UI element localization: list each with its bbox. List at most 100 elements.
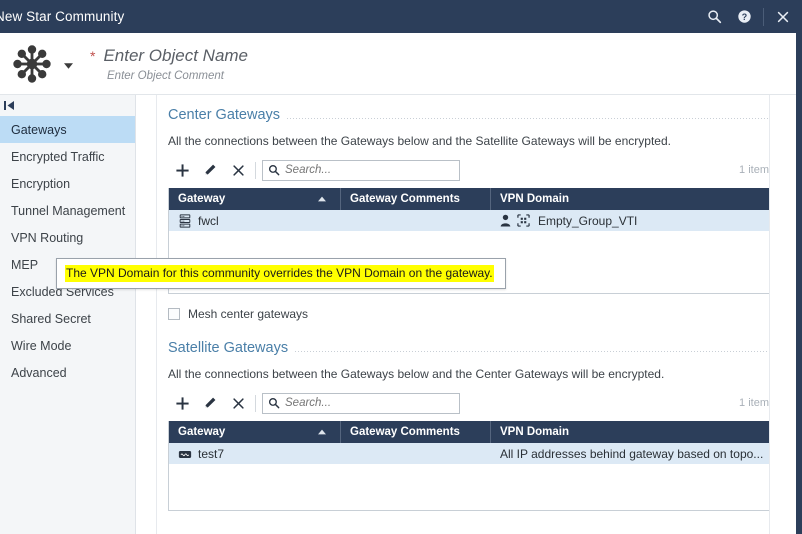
body-area: Gateways Encrypted Traffic Encryption Tu… (0, 95, 802, 534)
table-header-row: Gateway Gateway Comments VPN Domain (169, 421, 773, 443)
column-header-label: Gateway (178, 426, 226, 438)
sidebar-item-vpn-routing[interactable]: VPN Routing (0, 224, 135, 251)
sidebar-item-label: Advanced (11, 365, 67, 380)
toolbar-divider (255, 394, 256, 412)
table-header-row: Gateway Gateway Comments VPN Domain (169, 188, 773, 210)
satellite-gateways-title-row: Satellite Gateways (168, 340, 802, 356)
sidebar-item-label: Encryption (11, 176, 71, 191)
title-bar: New Star Community ? (0, 0, 802, 33)
column-header-label: Gateway Comments (350, 193, 460, 205)
table-row[interactable]: fwcl Empty_Group_VTI (169, 210, 773, 232)
svg-text:?: ? (741, 12, 746, 22)
satellite-gateways-title: Satellite Gateways (168, 340, 289, 356)
mesh-center-gateways-checkbox[interactable] (168, 308, 180, 320)
delete-satellite-gateway-button[interactable] (224, 392, 252, 414)
sidebar-item-label: Shared Secret (11, 311, 91, 326)
sidebar-item-label: Gateways (11, 122, 67, 137)
navigation-sidebar: Gateways Encrypted Traffic Encryption Tu… (0, 95, 136, 534)
satellite-gateways-table: Gateway Gateway Comments VPN Domain test… (168, 421, 774, 511)
column-header-vpn-domain[interactable]: VPN Domain (491, 188, 773, 210)
cell-vpn-domain: Empty_Group_VTI (491, 210, 773, 232)
required-marker: * (90, 47, 96, 64)
center-gateways-title: Center Gateways (168, 107, 281, 123)
column-header-gateway-comments[interactable]: Gateway Comments (341, 188, 491, 210)
help-icon[interactable]: ? (729, 0, 759, 33)
center-gateways-title-row: Center Gateways (168, 107, 802, 123)
star-community-icon (4, 42, 60, 86)
object-name-field[interactable]: Enter Object Name (103, 46, 248, 66)
toolbar-divider (255, 161, 256, 179)
mesh-center-gateways-row[interactable]: Mesh center gateways (168, 307, 802, 321)
satellite-table-empty-area (169, 465, 773, 510)
gateway-cluster-icon (178, 213, 192, 228)
search-icon (268, 397, 280, 409)
object-name-row: * Enter Object Name (90, 46, 248, 66)
vpn-domain-value: Empty_Group_VTI (538, 213, 638, 228)
satellite-gateways-toolbar: 1 item (168, 391, 802, 415)
column-header-gateway-comments[interactable]: Gateway Comments (341, 421, 491, 443)
title-dotted-rule (287, 117, 769, 119)
caret-down-icon[interactable] (60, 62, 76, 69)
collapse-panel-icon[interactable] (3, 98, 17, 112)
sidebar-item-gateways[interactable]: Gateways (0, 116, 135, 143)
add-satellite-gateway-button[interactable] (168, 392, 196, 414)
column-header-gateway[interactable]: Gateway (169, 188, 341, 210)
delete-gateway-button[interactable] (224, 159, 252, 181)
sidebar-item-label: Tunnel Management (11, 203, 126, 218)
user-icon (500, 214, 511, 227)
cell-gateway: fwcl (169, 210, 341, 232)
sidebar-item-encrypted-traffic[interactable]: Encrypted Traffic (0, 143, 135, 170)
table-row[interactable]: test7 All IP addresses behind gateway ba… (169, 443, 773, 465)
sidebar-item-advanced[interactable]: Advanced (0, 359, 135, 386)
sort-ascending-icon (318, 196, 326, 202)
content-right-gutter (769, 95, 796, 534)
center-gateways-description: All the connections between the Gateways… (168, 134, 671, 148)
gateway-name: fwcl (198, 213, 219, 228)
sidebar-item-shared-secret[interactable]: Shared Secret (0, 305, 135, 332)
content-left-gutter (136, 95, 157, 534)
object-header: * Enter Object Name Enter Object Comment (0, 33, 802, 95)
sidebar-item-label: VPN Routing (11, 230, 84, 245)
tooltip-text: The VPN Domain for this community overri… (65, 265, 494, 282)
sidebar-item-encryption[interactable]: Encryption (0, 170, 135, 197)
satellite-gateways-description: All the connections between the Gateways… (168, 367, 665, 381)
edit-satellite-gateway-button[interactable] (196, 392, 224, 414)
satellite-search-input[interactable] (285, 397, 445, 409)
gateway-name: test7 (198, 446, 225, 461)
cell-gateway-comments (341, 443, 491, 465)
column-header-vpn-domain[interactable]: VPN Domain (491, 421, 773, 443)
search-icon (268, 164, 280, 176)
column-header-label: VPN Domain (500, 426, 570, 438)
gateways-page: Center Gateways All the connections betw… (157, 95, 802, 534)
title-bar-divider (763, 7, 764, 26)
community-properties-window: New Star Community ? * Enter Object Name… (0, 0, 802, 534)
vpn-domain-tooltip: The VPN Domain for this community overri… (56, 258, 506, 289)
column-header-label: Gateway Comments (350, 426, 460, 438)
add-gateway-button[interactable] (168, 159, 196, 181)
column-header-gateway[interactable]: Gateway (169, 421, 341, 443)
sidebar-item-label: Encrypted Traffic (11, 149, 105, 164)
group-icon (517, 214, 530, 227)
window-right-edge (796, 33, 802, 534)
center-search-input[interactable] (285, 164, 445, 176)
column-header-label: Gateway (178, 193, 226, 205)
title-dotted-rule (295, 350, 769, 352)
sidebar-item-wire-mode[interactable]: Wire Mode (0, 332, 135, 359)
mesh-center-gateways-label: Mesh center gateways (188, 307, 309, 321)
gateway-icon (178, 448, 192, 460)
close-icon[interactable] (768, 0, 798, 33)
column-header-label: VPN Domain (500, 193, 570, 205)
satellite-item-count: 1 item (739, 397, 769, 409)
cell-gateway: test7 (169, 443, 341, 465)
edit-gateway-button[interactable] (196, 159, 224, 181)
search-icon[interactable] (699, 0, 729, 33)
sidebar-item-tunnel-management[interactable]: Tunnel Management (0, 197, 135, 224)
object-comment-field[interactable]: Enter Object Comment (107, 70, 248, 82)
sidebar-item-label: MEP (11, 257, 39, 272)
vpn-domain-value: All IP addresses behind gateway based on… (500, 446, 764, 461)
object-header-text: * Enter Object Name Enter Object Comment (90, 46, 248, 82)
sidebar-item-label: Wire Mode (11, 338, 72, 353)
center-search-box[interactable] (262, 159, 460, 181)
cell-vpn-domain: All IP addresses behind gateway based on… (491, 443, 773, 465)
satellite-search-box[interactable] (262, 392, 460, 414)
